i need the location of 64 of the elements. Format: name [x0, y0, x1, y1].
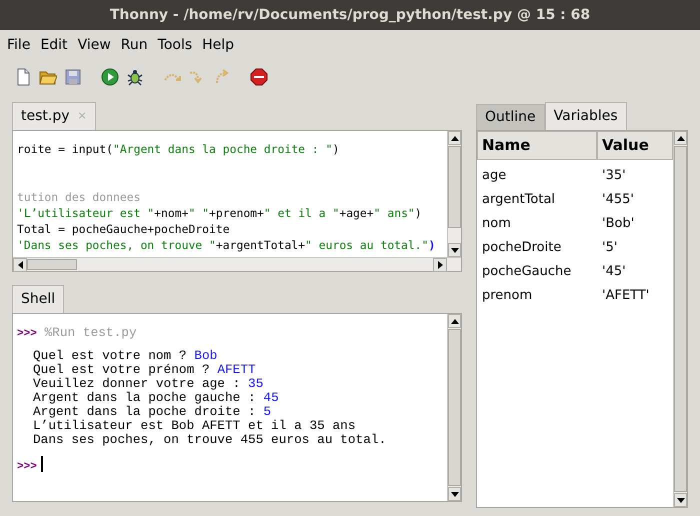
step-out-icon [213, 68, 231, 86]
menu-item[interactable]: Run [116, 34, 153, 56]
down-triangle-icon[interactable] [450, 492, 458, 496]
down-triangle-icon[interactable] [676, 498, 684, 502]
menu-item[interactable]: File [2, 34, 36, 56]
command-text: %Run test.py [44, 325, 137, 340]
tab[interactable]: test.py × [12, 102, 96, 130]
output-line: Argent dans la poche gauche : 45 [33, 390, 279, 405]
menu-item[interactable]: Tools [152, 34, 198, 56]
play-button[interactable] [99, 66, 121, 88]
window-title: Thonny - /home/rv/Documents/prog_python/test.py @ 15 : 68 [0, 0, 700, 30]
right-triangle-icon[interactable] [438, 261, 442, 269]
prompt-text: >>> [17, 328, 37, 340]
output-line: L’utilisateur est Bob AFETT et il a 35 ans [33, 418, 356, 433]
tab[interactable]: Shell [12, 285, 64, 313]
stop-button[interactable] [248, 66, 270, 88]
scrollbar-thumb[interactable] [448, 146, 461, 228]
up-triangle-icon[interactable] [450, 136, 458, 140]
output-line: Quel est votre nom ? Bob [33, 348, 218, 363]
table-cell-text: 'AFETT' [601, 287, 650, 306]
table-cell-text: age [481, 167, 508, 186]
column-header[interactable]: Value [597, 131, 673, 160]
play-icon [101, 68, 119, 86]
up-triangle-icon[interactable] [676, 136, 684, 140]
code-editor[interactable] [12, 130, 462, 272]
menu-item[interactable]: Help [197, 34, 240, 56]
output-line: Argent dans la poche droite : 5 [33, 404, 272, 419]
table-cell-text: pocheGauche [481, 263, 572, 282]
text-cursor [40, 456, 43, 472]
code-line: tution des donnees [17, 190, 140, 204]
scrollbar[interactable] [447, 314, 461, 501]
table-cell-text: '35' [601, 167, 627, 186]
table-cell-text: argentTotal [481, 191, 556, 210]
bug-icon [126, 68, 144, 86]
menu-item[interactable]: View [72, 34, 116, 56]
code-line: 'Dans ses poches, on trouve "+argentTotal+" euros au total.") [17, 238, 436, 252]
code-line: Total = pocheGauche+pocheDroite [17, 222, 230, 236]
code-line: 'L’utilisateur est "+nom+" "+prenom+" et il a "+age+" ans") [17, 206, 422, 220]
table-cell-text: 'Bob' [601, 215, 636, 234]
shell-console[interactable] [12, 313, 462, 502]
scrollbar-thumb[interactable] [448, 329, 461, 486]
floppy-icon [64, 68, 82, 86]
output-line: Quel est votre prénom ? AFETT [33, 362, 256, 377]
column-header[interactable]: Name [477, 131, 597, 160]
tab[interactable]: Variables [544, 102, 627, 130]
table-cell-text: pocheDroite [481, 239, 562, 258]
tab[interactable]: Outline [476, 104, 545, 130]
prompt-text: >>> [17, 461, 37, 473]
left-triangle-icon[interactable] [18, 261, 22, 269]
output-line: Veuillez donner votre age : 35 [33, 376, 264, 391]
table-cell-text: '455' [601, 191, 635, 210]
down-triangle-icon[interactable] [450, 248, 458, 252]
stop-icon [250, 68, 268, 86]
table-cell-text: '5' [601, 239, 618, 258]
code-line: roite = input("Argent dans la poche droite : ") [17, 142, 340, 156]
scrollbar-thumb[interactable] [27, 259, 77, 270]
table-cell-text: prenom [481, 287, 534, 306]
table-cell-text: nom [481, 215, 512, 234]
scrollbar[interactable] [447, 131, 461, 257]
scrollbar[interactable] [13, 257, 461, 271]
up-triangle-icon[interactable] [450, 318, 458, 324]
output-line: Dans ses poches, on trouve 455 euros au total. [33, 432, 386, 447]
menu-item[interactable]: Edit [35, 34, 73, 56]
table-cell-text: '45' [601, 263, 627, 282]
